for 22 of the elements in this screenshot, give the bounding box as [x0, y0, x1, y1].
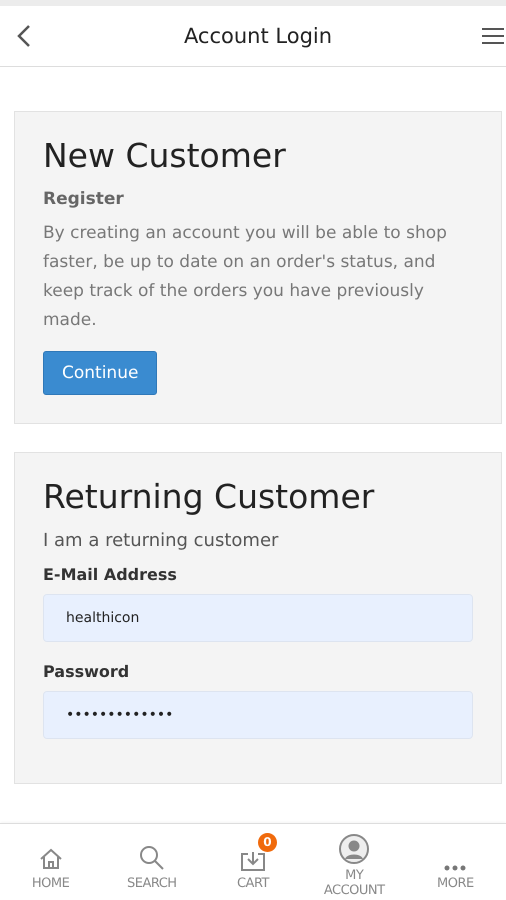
- field-label: E-Mail Address: [43, 565, 177, 584]
- nav-item[interactable]: MORE: [404, 832, 506, 892]
- card-title: New Customer: [43, 136, 286, 175]
- input-field[interactable]: healthicon: [43, 594, 473, 642]
- count-badge: 0: [258, 832, 277, 852]
- more-icon: [443, 864, 468, 872]
- continue-button[interactable]: Continue: [43, 351, 158, 395]
- chevron-left-icon: [17, 24, 31, 48]
- card-subtitle: I am a returning customer: [43, 530, 278, 551]
- field-label: Password: [43, 662, 130, 681]
- nav-item[interactable]: HOME: [0, 832, 102, 892]
- input-field[interactable]: •••••••••••••: [43, 691, 473, 739]
- nav-item[interactable]: 0 CART: [202, 832, 304, 892]
- nav-item[interactable]: SEARCH: [101, 832, 202, 892]
- nav-item[interactable]: MY ACCOUNT: [304, 824, 405, 900]
- user-avatar-icon: [339, 834, 370, 864]
- page-title: Account Login: [184, 24, 332, 48]
- search-icon: [138, 844, 166, 872]
- card-description: By creating an account you will be able to shop faster, be up to date on an order's status, and keep track of the orders you have previously made.: [43, 222, 448, 332]
- card-title: Returning Customer: [43, 477, 374, 516]
- card-subtitle: Register: [43, 189, 124, 209]
- menu-icon: [480, 26, 504, 46]
